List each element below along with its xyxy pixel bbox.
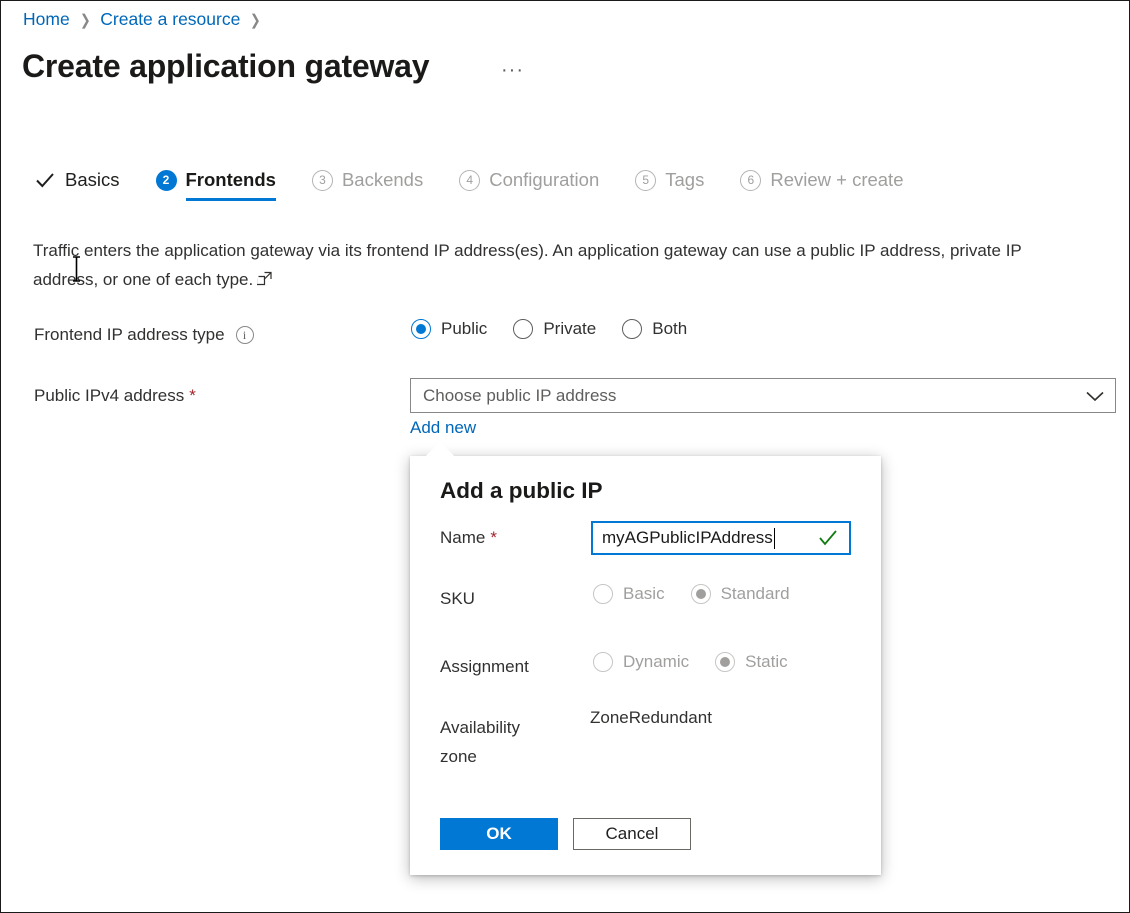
tab-label-review-create: Review + create (770, 169, 903, 191)
radio-assignment-dynamic: Dynamic (593, 652, 689, 672)
tab-review-create[interactable]: 6 Review + create (740, 169, 903, 201)
dialog-sku-radio-group: Basic Standard (593, 584, 816, 604)
radio-label-public: Public (441, 319, 487, 339)
dialog-name-label: Name * (440, 528, 497, 548)
tab-badge-configuration: 4 (459, 170, 480, 191)
tab-label-backends: Backends (342, 169, 423, 191)
radio-label-private: Private (543, 319, 596, 339)
radio-label-sku-standard: Standard (721, 584, 790, 604)
breadcrumb-separator-2: ❯ (250, 11, 261, 29)
breadcrumb: Home ❯ Create a resource ❯ (23, 9, 271, 30)
checkmark-icon-valid (818, 529, 838, 547)
add-public-ip-dialog: Add a public IP Name * myAGPublicIPAddre… (410, 456, 881, 875)
wizard-tabs: Basics 2 Frontends 3 Backends 4 Configur… (34, 169, 940, 213)
tab-badge-tags: 5 (635, 170, 656, 191)
radio-private[interactable]: Private (513, 319, 596, 339)
radio-public[interactable]: Public (411, 319, 487, 339)
frontends-description-text: Traffic enters the application gateway v… (33, 241, 1021, 289)
dialog-name-label-text: Name (440, 528, 485, 548)
tab-label-frontends: Frontends (186, 169, 276, 191)
breadcrumb-item-home[interactable]: Home (23, 9, 70, 30)
tab-active-underline (186, 198, 276, 201)
text-cursor-icon (71, 256, 82, 282)
tab-basics[interactable]: Basics (34, 169, 120, 201)
radio-dot-assignment-static (715, 652, 735, 672)
radio-dot-assignment-dynamic (593, 652, 613, 672)
tab-badge-review-create: 6 (740, 170, 761, 191)
cancel-button[interactable]: Cancel (573, 818, 691, 850)
dialog-assignment-radio-group: Dynamic Static (593, 652, 814, 672)
radio-sku-standard: Standard (691, 584, 790, 604)
dialog-title: Add a public IP (440, 478, 603, 504)
create-application-gateway-page: Home ❯ Create a resource ❯ Create applic… (0, 0, 1130, 913)
add-new-link[interactable]: Add new (410, 418, 476, 438)
radio-label-both: Both (652, 319, 687, 339)
dialog-availability-zone-value: ZoneRedundant (590, 708, 712, 728)
more-options-button[interactable]: ··· (501, 59, 524, 82)
radio-dot-sku-standard (691, 584, 711, 604)
radio-label-assignment-static: Static (745, 652, 788, 672)
text-caret (774, 528, 776, 549)
radio-label-sku-basic: Basic (623, 584, 665, 604)
tab-configuration[interactable]: 4 Configuration (459, 169, 599, 201)
public-ipv4-label-text: Public IPv4 address (34, 386, 184, 406)
breadcrumb-separator-1: ❯ (80, 11, 91, 29)
radio-sku-basic: Basic (593, 584, 665, 604)
checkmark-icon (34, 169, 56, 191)
callout-arrow (425, 441, 455, 457)
frontend-ip-type-radio-group: Public Private Both (411, 319, 713, 339)
radio-label-assignment-dynamic: Dynamic (623, 652, 689, 672)
info-icon[interactable]: i (236, 326, 254, 344)
public-ipv4-label: Public IPv4 address * (34, 386, 196, 406)
dialog-sku-label: SKU (440, 589, 475, 609)
tab-backends[interactable]: 3 Backends (312, 169, 423, 201)
breadcrumb-item-create-a-resource[interactable]: Create a resource (100, 9, 240, 30)
name-input-value: myAGPublicIPAddress (593, 528, 773, 548)
chevron-down-icon (1075, 390, 1115, 402)
tab-frontends[interactable]: 2 Frontends (156, 169, 276, 201)
tab-label-basics: Basics (65, 169, 120, 191)
radio-assignment-static: Static (715, 652, 788, 672)
public-ip-dropdown[interactable]: Choose public IP address (410, 378, 1116, 413)
page-title: Create application gateway (22, 48, 429, 85)
ok-button[interactable]: OK (440, 818, 558, 850)
dialog-availability-zone-label: Availability zone (440, 713, 560, 771)
frontends-description: Traffic enters the application gateway v… (33, 236, 1078, 296)
dialog-buttons: OK Cancel (440, 818, 691, 850)
tab-tags[interactable]: 5 Tags (635, 169, 704, 201)
tab-label-configuration: Configuration (489, 169, 599, 191)
frontend-ip-type-label: Frontend IP address type i (34, 325, 254, 345)
frontend-ip-type-label-text: Frontend IP address type (34, 325, 225, 345)
radio-dot-private (513, 319, 533, 339)
dialog-assignment-label: Assignment (440, 657, 529, 677)
radio-both[interactable]: Both (622, 319, 687, 339)
required-marker: * (189, 386, 196, 406)
dialog-sku-label-text: SKU (440, 589, 475, 609)
external-link-icon[interactable] (257, 267, 273, 296)
radio-dot-both (622, 319, 642, 339)
radio-dot-sku-basic (593, 584, 613, 604)
public-ip-dropdown-placeholder: Choose public IP address (411, 386, 1075, 406)
tab-label-tags: Tags (665, 169, 704, 191)
dialog-name-required-marker: * (490, 528, 497, 548)
dialog-assignment-label-text: Assignment (440, 657, 529, 677)
radio-dot-public (411, 319, 431, 339)
name-input[interactable]: myAGPublicIPAddress (591, 521, 851, 555)
tab-badge-frontends: 2 (156, 170, 177, 191)
tab-badge-backends: 3 (312, 170, 333, 191)
